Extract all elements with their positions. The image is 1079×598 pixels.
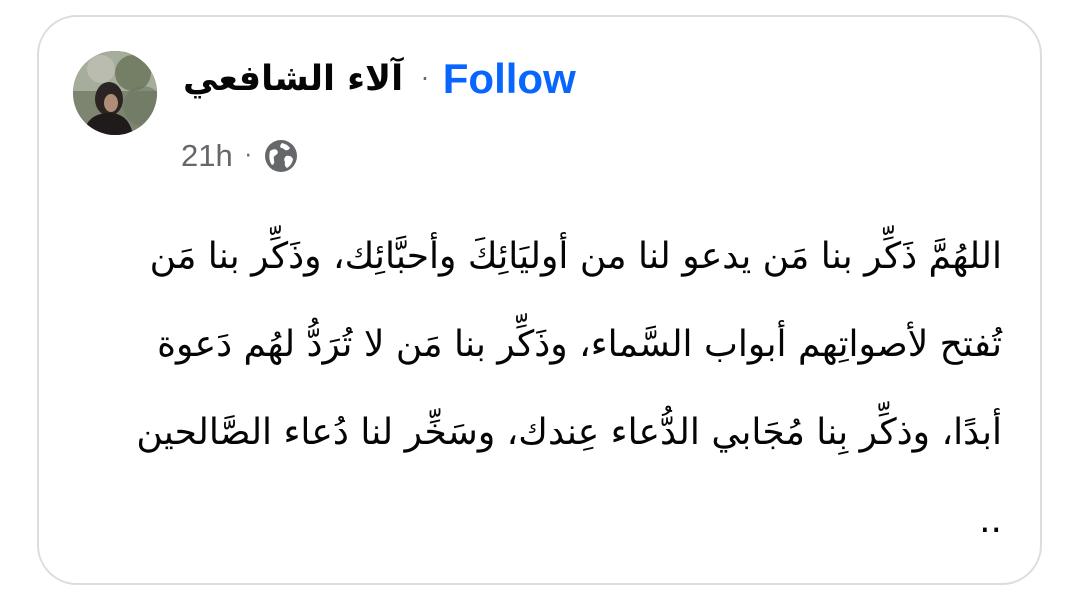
author-name[interactable]: آلاء الشافعي	[183, 59, 403, 99]
follow-button[interactable]: Follow	[443, 55, 576, 103]
timestamp[interactable]: 21h	[181, 138, 233, 174]
header-separator: ·	[421, 65, 429, 93]
post-meta: 21h ·	[181, 135, 298, 177]
avatar[interactable]	[73, 51, 157, 135]
globe-icon	[264, 139, 298, 173]
post-card: آلاء الشافعي · Follow 21h · اللهُمَّ ذَك…	[37, 15, 1042, 585]
meta-separator: ·	[244, 143, 252, 169]
post-body: اللهُمَّ ذَكِّر بنا مَن يدعو لنا من أولي…	[136, 236, 1002, 541]
post-header: آلاء الشافعي · Follow	[183, 51, 576, 107]
